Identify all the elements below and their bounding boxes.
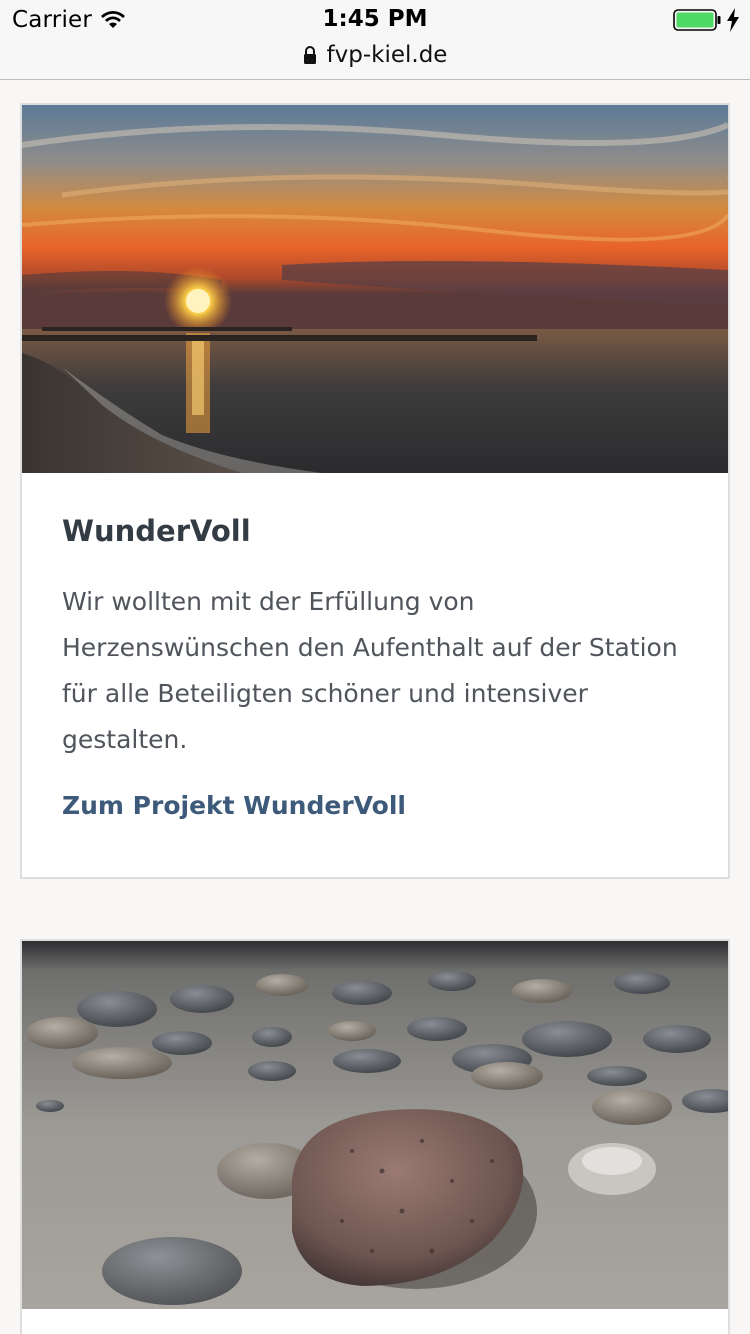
project-card: WunderVoll Wir wollten mit der Erfüllung… — [20, 103, 730, 879]
sunset-beach-photo — [22, 105, 728, 473]
card-description: Wir wollten mit der Erfüllung von Herzen… — [62, 587, 678, 754]
lock-icon — [303, 46, 316, 64]
battery-icon — [673, 9, 721, 31]
beach-pebbles-photo — [22, 941, 728, 1309]
charging-bolt-icon — [727, 8, 739, 32]
address-bar[interactable]: fvp-kiel.de — [0, 38, 750, 72]
card-title: WunderVoll — [62, 514, 251, 548]
card-body: WunderVoll Wir wollten mit der Erfüllung… — [22, 473, 728, 820]
status-time: 1:45 PM — [322, 6, 428, 32]
project-link[interactable]: Zum Projekt WunderVoll — [62, 791, 406, 820]
url-text[interactable]: fvp-kiel.de — [327, 42, 448, 68]
status-bar: Carrier 1:45 PM — [0, 0, 750, 40]
project-card — [20, 939, 730, 1334]
browser-top-bar: Carrier 1:45 PM fvp-kiel.de — [0, 0, 750, 80]
